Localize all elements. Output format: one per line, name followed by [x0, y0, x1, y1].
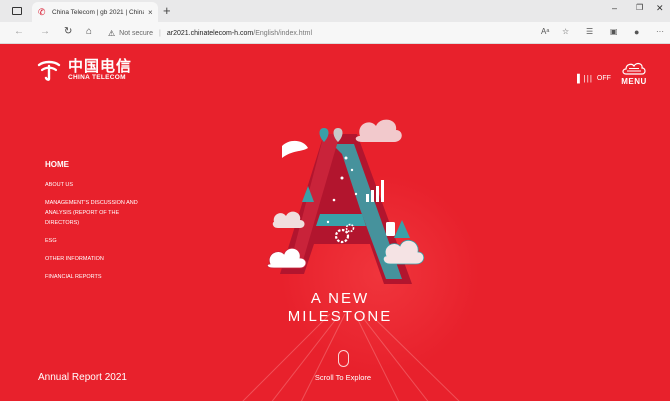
warning-icon: ⚠	[108, 28, 116, 38]
tab-title: China Telecom | gb 2021 | China	[52, 8, 144, 16]
nav-item-management-discussion[interactable]: MANAGEMENT'S DISCUSSION AND ANALYSIS (RE…	[45, 198, 145, 228]
home-icon[interactable]: ⌂	[86, 26, 92, 37]
back-icon[interactable]: ←	[14, 26, 24, 37]
music-state-label: OFF	[596, 75, 611, 82]
mouse-scroll-icon	[337, 350, 349, 367]
hero-title-line-2: MILESTONE	[287, 308, 393, 325]
menu-button[interactable]: MENU	[617, 59, 651, 86]
restore-icon[interactable]: ❐	[636, 3, 643, 12]
not-secure-label: Not secure	[119, 29, 154, 37]
minimize-icon[interactable]: –	[612, 3, 617, 13]
music-toggle[interactable]: ▌||| OFF	[577, 74, 611, 83]
browser-tab-bar: ✆ China Telecom | gb 2021 | China × + – …	[0, 0, 670, 22]
nav-item-home[interactable]: HOME	[45, 160, 145, 170]
scroll-label: Scroll To Explore	[314, 373, 372, 382]
more-icon[interactable]: ···	[656, 27, 664, 36]
browser-tab[interactable]: ✆ China Telecom | gb 2021 | China ×	[32, 2, 158, 22]
nav-item-about-us[interactable]: ABOUT US	[45, 180, 145, 190]
forward-icon[interactable]: →	[40, 26, 50, 37]
profile-icon[interactable]: ●	[634, 27, 639, 37]
refresh-icon[interactable]: ↻	[64, 26, 72, 37]
url-path: /English/index.html	[253, 29, 313, 37]
annual-report-label: Annual Report 2021	[38, 372, 127, 383]
logo-chinese-text: 中国电信	[68, 57, 133, 75]
favorites-add-icon[interactable]: ☆	[562, 27, 569, 36]
read-aloud-icon[interactable]: Aᵃ	[541, 27, 549, 36]
china-telecom-logo-icon	[37, 60, 61, 81]
nav-item-financial-reports[interactable]: FINANCIAL REPORTS	[45, 272, 145, 282]
url-separator: |	[159, 29, 161, 37]
scroll-to-explore[interactable]: Scroll To Explore	[305, 350, 381, 382]
menu-label: MENU	[621, 77, 647, 86]
tab-actions-icon[interactable]	[12, 7, 22, 15]
url-field[interactable]: ⚠ Not secure | ar2021.chinatelecom-h.com…	[108, 25, 504, 41]
new-tab-button[interactable]: +	[163, 3, 171, 18]
logo-english-text: CHINA TELECOM	[68, 74, 126, 81]
hero-title-line-1: A NEW	[310, 290, 370, 307]
cloud-menu-icon	[622, 62, 646, 75]
nav-item-esg[interactable]: ESG	[45, 236, 145, 246]
music-bars-icon: ▌|||	[577, 74, 593, 83]
page-content: 中国电信 CHINA TELECOM ▌||| OFF MENU HOME AB…	[0, 44, 670, 401]
url-host: ar2021.chinatelecom-h.com	[166, 29, 254, 37]
close-tab-icon[interactable]: ×	[148, 8, 153, 17]
side-navigation: HOME ABOUT US MANAGEMENT'S DISCUSSION AN…	[45, 160, 145, 290]
favorites-icon[interactable]: ☰	[586, 27, 593, 36]
window-close-icon[interactable]: ✕	[656, 3, 664, 14]
nav-item-other-information[interactable]: OTHER INFORMATION	[45, 254, 145, 264]
address-bar-row: ← → ↻ ⌂ ⚠ Not secure | ar2021.chinatelec…	[0, 22, 670, 44]
china-telecom-favicon-icon: ✆	[38, 6, 46, 17]
china-telecom-logo[interactable]: 中国电信 CHINA TELECOM	[36, 58, 132, 81]
hero-title: A NEW MILESTONE	[270, 290, 410, 326]
collections-icon[interactable]: ▣	[610, 27, 618, 36]
